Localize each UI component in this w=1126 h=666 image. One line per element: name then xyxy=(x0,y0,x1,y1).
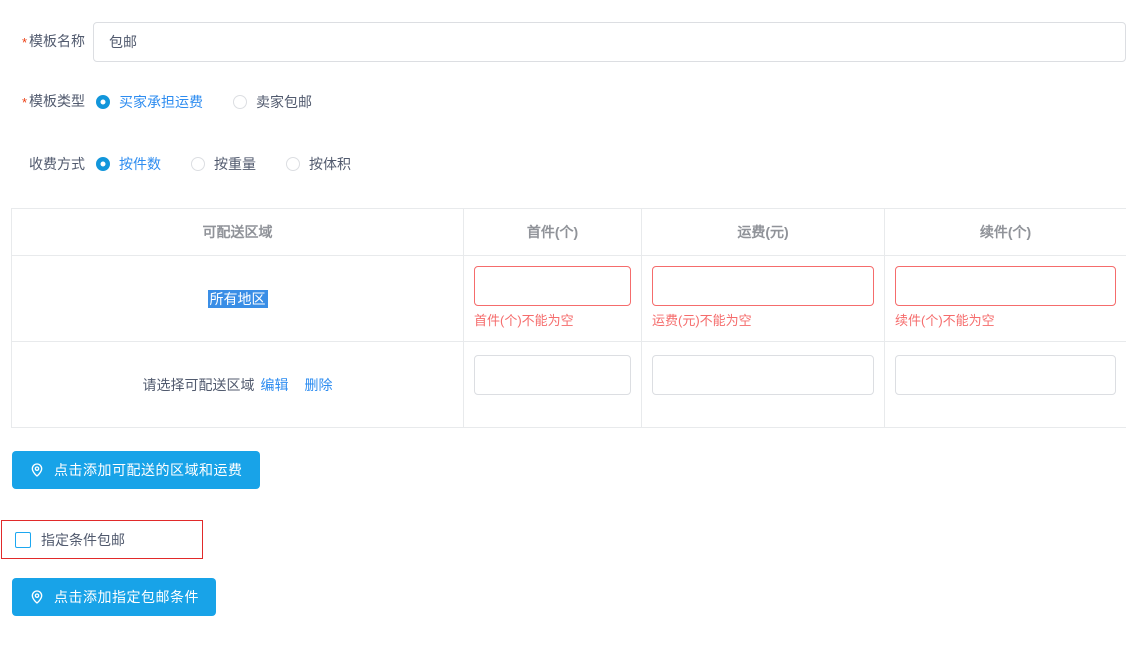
shipping-fee-error: 运费(元)不能为空 xyxy=(652,313,874,329)
charge-method-label: 收费方式 xyxy=(0,154,85,174)
radio-seller-free-shipping[interactable]: 卖家包邮 xyxy=(233,92,312,112)
radio-by-piece[interactable]: 按件数 xyxy=(96,154,161,174)
header-additional-piece: 续件(个) xyxy=(885,209,1126,256)
shipping-fee-cell: 运费(元)不能为空 xyxy=(642,256,885,342)
radio-label: 买家承担运费 xyxy=(119,92,203,112)
table-row: 请选择可配送区域编辑删除 xyxy=(12,342,1126,428)
additional-piece-error: 续件(个)不能为空 xyxy=(895,313,1116,329)
table-header-row: 可配送区域 首件(个) 运费(元) 续件(个) xyxy=(12,209,1126,256)
header-first-piece: 首件(个) xyxy=(464,209,642,256)
first-piece-cell: 首件(个)不能为空 xyxy=(464,256,642,342)
shipping-fee-cell xyxy=(642,342,885,428)
radio-label: 卖家包邮 xyxy=(256,92,312,112)
shipping-fee-table: 可配送区域 首件(个) 运费(元) 续件(个) 所有地区 首件(个)不能为空 运… xyxy=(11,208,1126,428)
template-name-input[interactable] xyxy=(93,22,1126,62)
first-piece-cell xyxy=(464,342,642,428)
add-condition-button-label: 点击添加指定包邮条件 xyxy=(54,587,199,607)
delete-link[interactable]: 删除 xyxy=(305,377,333,393)
template-type-radio-group: 买家承担运费 卖家包邮 xyxy=(96,92,342,112)
first-piece-input[interactable] xyxy=(474,266,631,306)
additional-piece-cell xyxy=(885,342,1126,428)
template-name-label: *模板名称 xyxy=(0,31,85,52)
charge-method-radio-group: 按件数 按重量 按体积 xyxy=(96,154,381,174)
shipping-fee-input[interactable] xyxy=(652,266,874,306)
additional-piece-cell: 续件(个)不能为空 xyxy=(885,256,1126,342)
template-type-label: *模板类型 xyxy=(0,91,85,112)
radio-by-weight[interactable]: 按重量 xyxy=(191,154,256,174)
additional-piece-input[interactable] xyxy=(895,355,1116,395)
all-regions-text[interactable]: 所有地区 xyxy=(208,290,268,308)
radio-label: 按体积 xyxy=(309,154,351,174)
required-asterisk: * xyxy=(22,95,27,110)
radio-checked-icon xyxy=(96,95,110,109)
area-cell-select-region: 请选择可配送区域编辑删除 xyxy=(12,342,464,428)
header-deliverable-area: 可配送区域 xyxy=(12,209,464,256)
radio-label: 按件数 xyxy=(119,154,161,174)
first-piece-error: 首件(个)不能为空 xyxy=(474,313,631,329)
add-region-button-label: 点击添加可配送的区域和运费 xyxy=(54,460,243,480)
first-piece-input[interactable] xyxy=(474,355,631,395)
additional-piece-input[interactable] xyxy=(895,266,1116,306)
radio-checked-icon xyxy=(96,157,110,171)
add-region-button[interactable]: 点击添加可配送的区域和运费 xyxy=(12,451,260,489)
radio-label: 按重量 xyxy=(214,154,256,174)
radio-buyer-pays-shipping[interactable]: 买家承担运费 xyxy=(96,92,203,112)
add-condition-button[interactable]: 点击添加指定包邮条件 xyxy=(12,578,216,616)
radio-unchecked-icon xyxy=(286,157,300,171)
charge-method-row: 收费方式 按件数 按重量 按体积 xyxy=(0,154,1126,174)
shipping-fee-input[interactable] xyxy=(652,355,874,395)
radio-by-volume[interactable]: 按体积 xyxy=(286,154,351,174)
conditional-free-shipping-box: 指定条件包邮 xyxy=(1,520,203,559)
conditional-free-shipping-checkbox[interactable] xyxy=(15,532,31,548)
radio-unchecked-icon xyxy=(233,95,247,109)
header-shipping-fee: 运费(元) xyxy=(642,209,885,256)
conditional-free-shipping-label: 指定条件包邮 xyxy=(41,530,125,550)
radio-unchecked-icon xyxy=(191,157,205,171)
table-row: 所有地区 首件(个)不能为空 运费(元)不能为空 续件(个)不能为空 xyxy=(12,256,1126,342)
location-pin-icon xyxy=(29,462,45,478)
template-name-row: *模板名称 xyxy=(0,22,1126,62)
required-asterisk: * xyxy=(22,35,27,50)
edit-link[interactable]: 编辑 xyxy=(261,377,289,393)
template-type-row: *模板类型 买家承担运费 卖家包邮 xyxy=(0,92,1126,112)
location-pin-icon xyxy=(29,589,45,605)
area-cell-all-regions: 所有地区 xyxy=(12,256,464,342)
select-region-text: 请选择可配送区域 xyxy=(143,377,255,393)
